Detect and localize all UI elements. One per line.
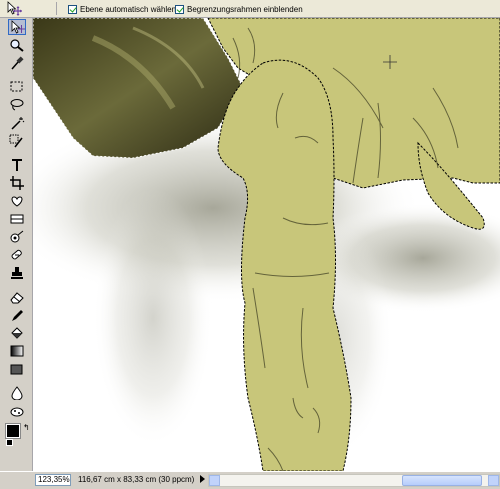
show-bounding-box-checkbox[interactable] (175, 4, 184, 14)
marquee-tool-icon[interactable] (9, 80, 25, 94)
default-colors-icon[interactable] (6, 439, 13, 446)
lasso-tool-icon[interactable] (9, 98, 25, 112)
canvas-artwork (33, 18, 500, 471)
color-swatches: ↰ (5, 423, 32, 448)
type-tool-icon[interactable] (9, 158, 25, 172)
document-info: 116,67 cm x 83,33 cm (30 ppcm) (78, 475, 195, 484)
image-canvas[interactable] (33, 18, 500, 471)
gradient-tool-icon[interactable] (9, 344, 25, 358)
foreground-color-swatch[interactable] (5, 423, 21, 439)
auto-select-layer-checkbox[interactable] (68, 4, 77, 14)
paint-bucket-tool-icon[interactable] (9, 326, 25, 340)
swap-colors-icon[interactable]: ↰ (23, 424, 30, 432)
healing-brush-tool-icon[interactable] (9, 248, 25, 262)
eyedropper-tool-icon[interactable] (9, 56, 25, 70)
cookie-cutter-tool-icon[interactable] (9, 194, 25, 208)
blur-tool-icon[interactable] (9, 386, 25, 400)
status-bar: 123,35% 116,67 cm x 83,33 cm (30 ppcm) (0, 471, 500, 489)
pencil-tool-icon[interactable] (9, 308, 25, 322)
magic-wand-tool-icon[interactable] (9, 116, 25, 130)
scroll-left-button[interactable] (209, 475, 220, 486)
clone-stamp-tool-icon[interactable] (9, 266, 25, 280)
tools-panel: ↰ (0, 18, 33, 471)
zoom-tool-icon[interactable] (9, 38, 25, 52)
sponge-tool-icon[interactable] (9, 404, 25, 418)
scroll-right-button[interactable] (488, 475, 499, 486)
selection-brush-tool-icon[interactable] (9, 134, 25, 148)
move-tool-icon[interactable] (8, 19, 26, 35)
zoom-level-field[interactable]: 123,35% (35, 474, 71, 486)
red-eye-tool-icon[interactable] (9, 230, 25, 244)
auto-select-layer-option[interactable]: Ebene automatisch wählen (68, 2, 176, 16)
eraser-tool-icon[interactable] (9, 290, 25, 304)
move-tool-icon[interactable] (6, 1, 22, 16)
show-bounding-box-label: Begrenzungsrahmen einblenden (187, 4, 303, 14)
straighten-tool-icon[interactable] (9, 212, 25, 226)
horizontal-scrollbar[interactable] (208, 474, 500, 487)
options-bar: Ebene automatisch wählen Begrenzungsrahm… (0, 0, 500, 18)
scroll-thumb[interactable] (402, 475, 482, 486)
status-menu-arrow-icon[interactable] (200, 475, 205, 483)
shape-tool-icon[interactable] (9, 362, 25, 376)
crop-tool-icon[interactable] (9, 176, 25, 190)
show-bounding-box-option[interactable]: Begrenzungsrahmen einblenden (175, 2, 303, 16)
toolbar-separator (56, 2, 57, 15)
auto-select-layer-label: Ebene automatisch wählen (80, 4, 177, 14)
